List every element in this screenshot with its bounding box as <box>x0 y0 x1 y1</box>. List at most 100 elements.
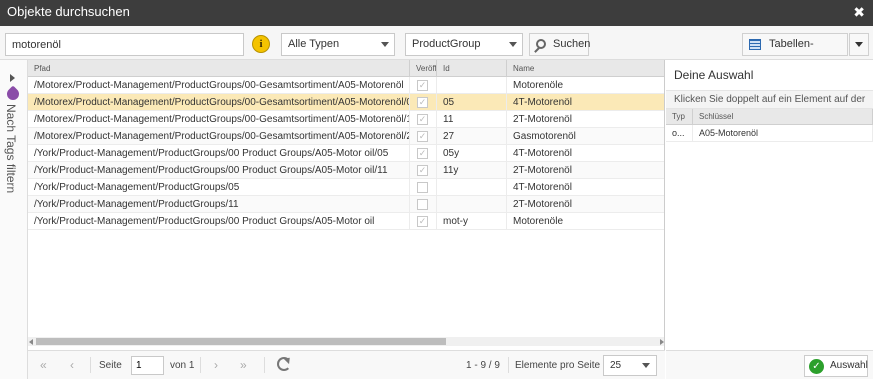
column-header-name[interactable]: Name <box>507 60 664 77</box>
path-cell: /York/Product-Management/ProductGroups/0… <box>28 145 410 162</box>
type-filter-select[interactable]: Alle Typen <box>281 33 395 56</box>
published-checkbox <box>417 199 428 210</box>
apply-selection-label: Auswahl <box>830 360 868 371</box>
published-checkbox: ✓ <box>417 148 428 159</box>
path-cell: /York/Product-Management/ProductGroups/0… <box>28 179 410 196</box>
path-cell: /York/Product-Management/ProductGroups/0… <box>28 213 410 230</box>
selection-footer: ✓ Auswahl <box>666 350 873 379</box>
published-checkbox: ✓ <box>417 80 428 91</box>
page-number-input[interactable] <box>131 356 164 375</box>
published-checkbox: ✓ <box>417 165 428 176</box>
name-cell: Motorenöle <box>507 213 664 230</box>
table-row[interactable]: /Motorex/Product-Management/ProductGroup… <box>28 94 664 111</box>
table-row[interactable]: /Motorex/Product-Management/ProductGroup… <box>28 111 664 128</box>
name-cell: Gasmotorenöl <box>507 128 664 145</box>
selection-hint: Klicken Sie doppelt auf ein Element auf … <box>666 90 873 109</box>
search-button-label: Suchen <box>553 38 591 50</box>
page-count-label: von 1 <box>170 360 195 371</box>
name-cell: Motorenöle <box>507 77 664 94</box>
divider <box>508 357 509 373</box>
column-header-id[interactable]: Id <box>437 60 507 77</box>
published-cell: ✓ <box>410 77 437 94</box>
column-header-type[interactable]: Typ <box>666 109 693 125</box>
id-cell: 11y <box>437 162 507 179</box>
scroll-left-icon[interactable] <box>29 339 33 345</box>
close-icon[interactable]: ✖ <box>853 4 865 21</box>
page-label: Seite <box>99 360 122 371</box>
name-cell: 2T-Motorenöl <box>507 111 664 128</box>
published-cell: ✓ <box>410 145 437 162</box>
table-row[interactable]: /York/Product-Management/ProductGroups/1… <box>28 196 664 213</box>
chevron-down-icon <box>642 363 650 368</box>
pagination-bar: « ‹ Seite von 1 › » 1 - 9 / 9 Elemente p… <box>28 350 665 379</box>
chevron-down-icon <box>509 42 517 47</box>
id-cell: mot-y <box>437 213 507 230</box>
scroll-right-icon[interactable] <box>660 339 664 345</box>
table-icon <box>749 39 761 50</box>
table-row[interactable]: /York/Product-Management/ProductGroups/0… <box>28 145 664 162</box>
published-cell <box>410 179 437 196</box>
scrollbar-thumb[interactable] <box>36 338 446 345</box>
name-cell: 2T-Motorenöl <box>507 196 664 213</box>
column-header-published[interactable]: Veröff <box>410 60 437 77</box>
apply-selection-button[interactable]: ✓ Auswahl <box>804 355 868 377</box>
path-cell: /York/Product-Management/ProductGroups/0… <box>28 162 410 179</box>
horizontal-scrollbar[interactable] <box>28 337 664 346</box>
search-button[interactable]: Suchen <box>529 33 591 56</box>
name-cell: 4T-Motorenöl <box>507 179 664 196</box>
published-cell: ✓ <box>410 213 437 230</box>
table-options-button[interactable]: Tabellen-Optionen <box>742 33 848 71</box>
per-page-label: Elemente pro Seite <box>515 360 601 371</box>
table-row[interactable]: /Motorex/Product-Management/ProductGroup… <box>28 77 664 94</box>
last-page-icon[interactable]: » <box>240 358 247 372</box>
id-cell: 11 <box>437 111 507 128</box>
table-options-menu-button[interactable] <box>849 33 869 56</box>
result-range: 1 - 9 / 9 <box>466 360 500 371</box>
selection-row[interactable]: o... A05-Motorenöl <box>666 125 873 142</box>
column-header-key[interactable]: Schlüssel <box>693 109 873 125</box>
selection-panel-title: Deine Auswahl <box>674 68 754 82</box>
type-filter-value: Alle Typen <box>288 38 340 50</box>
path-cell: /York/Product-Management/ProductGroups/1… <box>28 196 410 213</box>
toolbar: i Alle Typen ProductGroup Suchen Tabelle… <box>0 26 873 71</box>
class-filter-value: ProductGroup <box>412 38 481 50</box>
info-icon[interactable]: i <box>252 35 270 53</box>
window-title: Objekte durchsuchen <box>7 4 130 19</box>
tag-icon <box>4 85 22 103</box>
path-cell: /Motorex/Product-Management/ProductGroup… <box>28 128 410 145</box>
expand-arrow-icon[interactable] <box>10 74 15 82</box>
prev-page-icon[interactable]: ‹ <box>70 358 74 372</box>
published-cell <box>410 196 437 213</box>
selection-grid-header: Typ Schlüssel <box>666 109 873 125</box>
id-cell <box>437 196 507 213</box>
id-cell: 05y <box>437 145 507 162</box>
class-filter-select[interactable]: ProductGroup <box>405 33 523 56</box>
search-icon <box>536 39 546 49</box>
published-cell: ✓ <box>410 94 437 111</box>
divider <box>200 357 201 373</box>
id-cell: 27 <box>437 128 507 145</box>
first-page-icon[interactable]: « <box>40 358 47 372</box>
path-cell: /Motorex/Product-Management/ProductGroup… <box>28 77 410 94</box>
grid-header: Pfad Veröff Id Name <box>28 60 664 77</box>
window-titlebar: Objekte durchsuchen ✖ <box>0 0 873 26</box>
search-input[interactable] <box>5 33 244 56</box>
id-cell <box>437 77 507 94</box>
published-checkbox: ✓ <box>417 114 428 125</box>
published-checkbox: ✓ <box>417 97 428 108</box>
id-cell <box>437 179 507 196</box>
check-circle-icon: ✓ <box>809 359 824 374</box>
column-header-path[interactable]: Pfad <box>28 60 410 77</box>
published-checkbox: ✓ <box>417 216 428 227</box>
tag-filter-sidebar[interactable]: Nach Tags filtern <box>0 60 28 379</box>
chevron-down-icon <box>381 42 389 47</box>
table-row[interactable]: /York/Product-Management/ProductGroups/0… <box>28 179 664 196</box>
refresh-icon[interactable] <box>277 357 291 371</box>
per-page-select[interactable]: 25 <box>603 355 657 376</box>
chevron-down-icon <box>855 42 863 47</box>
table-row[interactable]: /York/Product-Management/ProductGroups/0… <box>28 162 664 179</box>
table-row[interactable]: /Motorex/Product-Management/ProductGroup… <box>28 128 664 145</box>
next-page-icon[interactable]: › <box>214 358 218 372</box>
published-checkbox <box>417 182 428 193</box>
table-row[interactable]: /York/Product-Management/ProductGroups/0… <box>28 213 664 230</box>
